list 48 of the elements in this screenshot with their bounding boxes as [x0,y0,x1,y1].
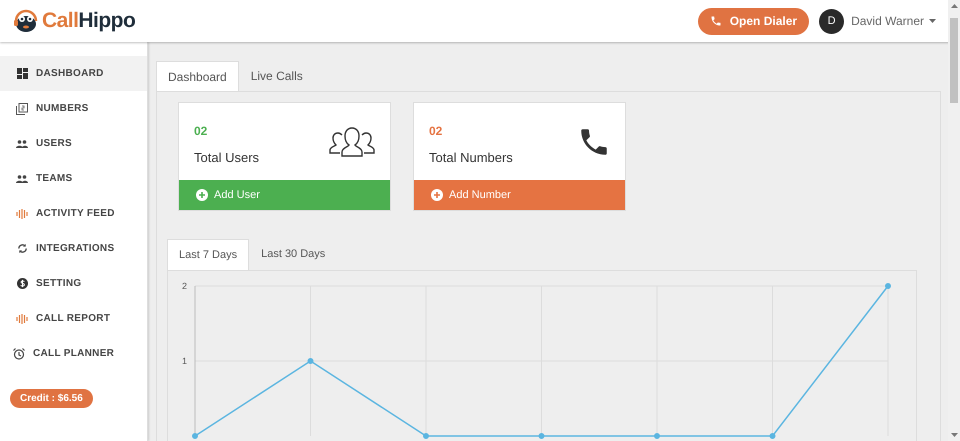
data-point [192,433,198,439]
people-icon [16,174,28,182]
data-point [885,283,891,289]
dashboard-icon [16,68,28,79]
sidebar-item[interactable]: USERS [0,126,147,161]
plus-circle-icon [196,189,208,201]
data-point [423,433,429,439]
tab[interactable]: Dashboard [156,61,239,91]
stat-count: 02 [194,122,208,140]
tab[interactable]: Live Calls [238,61,315,91]
sidebar-item[interactable]: TEAMS [0,161,147,196]
sidebar-item[interactable]: CALL PLANNER [0,336,147,371]
scrollbar-thumb[interactable] [950,18,958,103]
sidebar-item[interactable]: NUMBERS [0,91,147,126]
tab[interactable]: Last 30 Days [249,239,338,270]
sidebar-item[interactable]: DASHBOARD [0,56,147,91]
alarm-clock-icon [13,348,25,360]
hippo-logo-icon [12,9,40,33]
dollar-icon [16,278,28,289]
number-card-icon [16,102,28,114]
people-icon [16,140,28,148]
data-point [538,433,544,439]
sound-wave-icon [16,208,28,218]
caret-icon [929,19,936,23]
tab[interactable]: Last 7 Days [167,239,250,270]
scroll-up-icon[interactable] [950,4,958,8]
brand-name: CallHippo [42,8,136,34]
data-point [770,433,776,439]
sound-wave-icon [16,314,28,324]
credit-badge: Credit : $6.56 [10,389,93,408]
y-tick-label: 1 [182,356,187,366]
sidebar-item[interactable]: SETTING [0,266,147,301]
stat-label: Total Numbers [429,148,513,167]
user-menu[interactable]: David Warner [851,12,936,30]
sidebar-item[interactable]: INTEGRATIONS [0,231,147,266]
users-icon [328,126,376,158]
stat-label: Total Users [194,148,260,167]
phone-icon [710,15,722,27]
scroll-down-icon [950,433,958,437]
sidebar-item[interactable]: CALL REPORT [0,301,147,336]
y-tick-label: 2 [182,281,187,291]
sync-icon [16,243,28,254]
stat-count: 02 [429,122,444,140]
data-point [308,358,314,364]
data-point [654,433,660,439]
user-avatar[interactable]: D [819,8,844,34]
plus-circle-icon [431,189,443,201]
sidebar-item[interactable]: ACTIVITY FEED [0,196,147,231]
